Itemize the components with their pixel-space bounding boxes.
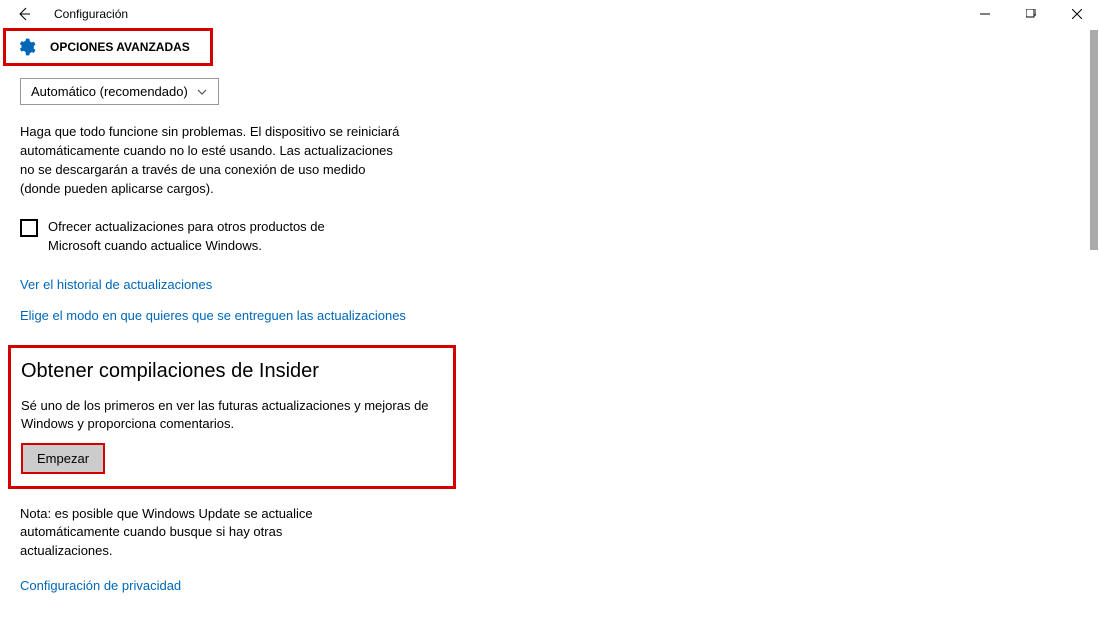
page-header-highlight: OPCIONES AVANZADAS bbox=[3, 28, 213, 66]
delivery-mode-link[interactable]: Elige el modo en que quieres que se entr… bbox=[20, 308, 580, 323]
page-title: OPCIONES AVANZADAS bbox=[50, 40, 190, 54]
window-title: Configuración bbox=[54, 7, 128, 21]
maximize-icon bbox=[1026, 9, 1036, 19]
dropdown-selected: Automático (recomendado) bbox=[31, 84, 188, 99]
update-description: Haga que todo funcione sin problemas. El… bbox=[20, 123, 400, 198]
update-mode-dropdown[interactable]: Automático (recomendado) bbox=[20, 78, 219, 105]
view-history-link[interactable]: Ver el historial de actualizaciones bbox=[20, 277, 580, 292]
titlebar: Configuración bbox=[0, 0, 1100, 28]
update-note: Nota: es posible que Windows Update se a… bbox=[20, 505, 360, 560]
back-arrow-icon bbox=[16, 6, 32, 22]
close-icon bbox=[1072, 9, 1082, 19]
vertical-scrollbar[interactable] bbox=[1090, 30, 1098, 250]
other-products-checkbox-row[interactable]: Ofrecer actualizaciones para otros produ… bbox=[20, 218, 580, 254]
chevron-down-icon bbox=[196, 86, 208, 98]
checkbox-label: Ofrecer actualizaciones para otros produ… bbox=[48, 218, 378, 254]
window-controls bbox=[962, 0, 1100, 28]
insider-description: Sé uno de los primeros en ver las futura… bbox=[21, 397, 431, 433]
maximize-button[interactable] bbox=[1008, 0, 1054, 28]
back-button[interactable] bbox=[14, 4, 34, 24]
insider-highlight-box: Obtener compilaciones de Insider Sé uno … bbox=[8, 345, 456, 489]
close-button[interactable] bbox=[1054, 0, 1100, 28]
privacy-link[interactable]: Configuración de privacidad bbox=[20, 578, 580, 593]
minimize-button[interactable] bbox=[962, 0, 1008, 28]
checkbox-unchecked[interactable] bbox=[20, 219, 38, 237]
gear-icon bbox=[16, 37, 36, 57]
minimize-icon bbox=[980, 9, 990, 19]
start-button[interactable]: Empezar bbox=[21, 443, 105, 474]
insider-heading: Obtener compilaciones de Insider bbox=[21, 360, 453, 383]
